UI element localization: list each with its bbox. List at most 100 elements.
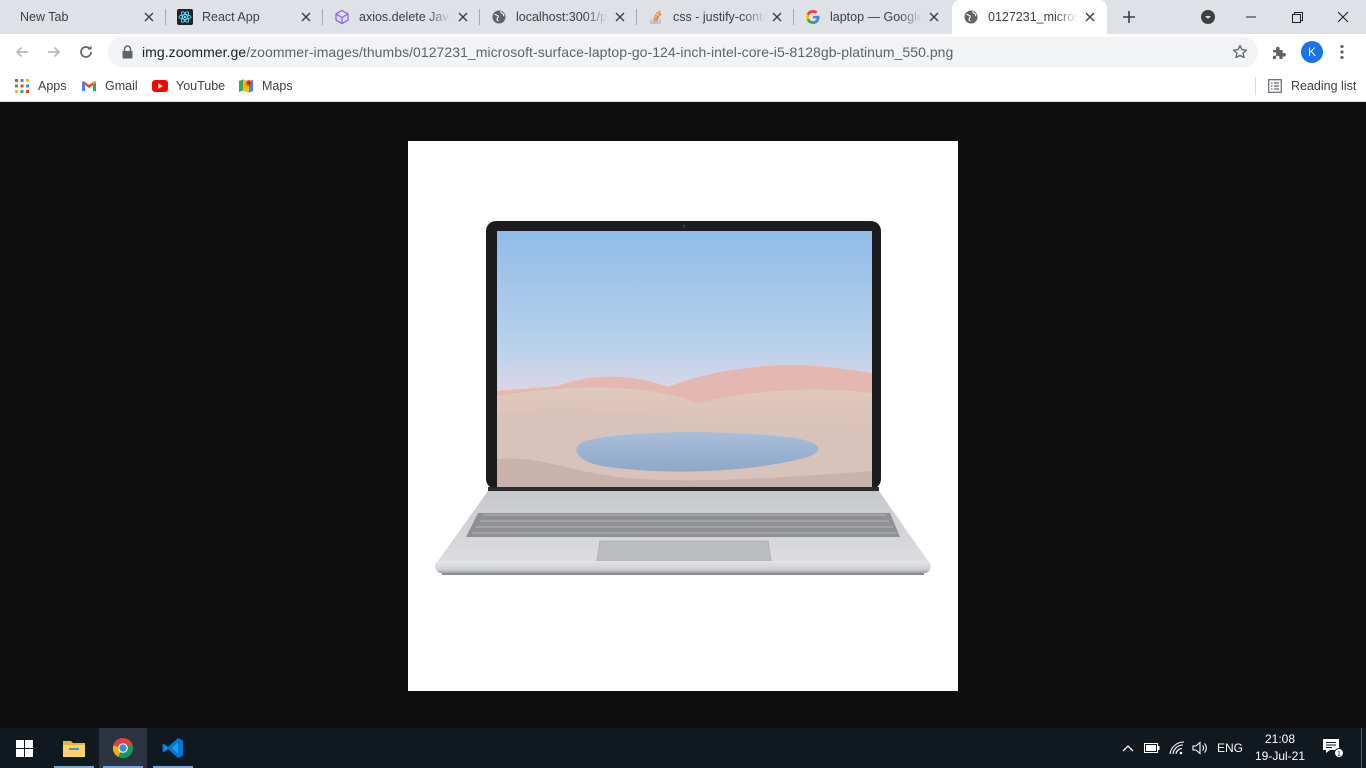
tab-search-button[interactable] xyxy=(1185,0,1231,34)
kebab-menu-icon xyxy=(1340,44,1344,60)
tab-google-search[interactable]: laptop — Google Search xyxy=(794,0,950,34)
profile-avatar[interactable]: K xyxy=(1301,41,1323,63)
browser-toolbar: img.zoommer.ge/zoommer-images/thumbs/012… xyxy=(0,34,1366,70)
taskbar-chrome[interactable] xyxy=(99,728,147,768)
tab-title: laptop — Google Search xyxy=(830,10,922,24)
youtube-icon xyxy=(152,78,168,94)
tab-new-tab[interactable]: New Tab xyxy=(8,0,165,34)
bookmark-label: Maps xyxy=(262,79,293,93)
reload-button[interactable] xyxy=(72,38,100,66)
show-desktop-button[interactable] xyxy=(1361,728,1366,768)
bookmark-youtube[interactable]: YouTube xyxy=(152,76,225,96)
restore-button[interactable] xyxy=(1274,0,1320,34)
bookmark-gmail[interactable]: Gmail xyxy=(81,76,138,96)
globe-icon xyxy=(491,9,507,25)
network-status[interactable] xyxy=(1167,728,1187,768)
tab-image-active[interactable]: 0127231_microsoft xyxy=(952,0,1107,34)
reading-list-button[interactable]: Reading list xyxy=(1267,76,1356,96)
tab-axios-delete[interactable]: axios.delete JavaScript xyxy=(323,0,479,34)
close-icon[interactable] xyxy=(612,9,628,25)
taskbar-file-explorer[interactable] xyxy=(50,728,98,768)
show-hidden-icons-button[interactable] xyxy=(1119,728,1137,768)
cube-icon xyxy=(334,9,350,25)
tab-localhost[interactable]: localhost:3001/pr xyxy=(480,0,636,34)
react-icon xyxy=(177,9,193,25)
reading-list-label: Reading list xyxy=(1291,79,1357,93)
close-icon[interactable] xyxy=(141,9,157,25)
close-icon[interactable] xyxy=(926,9,942,25)
close-window-button[interactable] xyxy=(1320,0,1366,34)
arrow-right-icon xyxy=(48,46,61,58)
windows-taskbar: ENG 21:08 19-Jul-21 1 xyxy=(0,728,1366,768)
clock-date: 19-Jul-21 xyxy=(1254,749,1306,763)
star-icon[interactable] xyxy=(1232,44,1248,60)
new-tab-button[interactable] xyxy=(1119,7,1139,27)
extensions-button[interactable] xyxy=(1269,42,1289,62)
google-icon xyxy=(805,9,821,25)
vscode-icon xyxy=(162,738,183,758)
tab-title: New Tab xyxy=(20,10,69,24)
file-explorer-icon xyxy=(63,741,85,757)
close-icon xyxy=(1337,11,1349,23)
battery-icon xyxy=(1144,743,1160,753)
tab-title: localhost:3001/pr xyxy=(516,10,608,24)
gmail-icon xyxy=(81,78,97,94)
bookmark-apps[interactable]: Apps xyxy=(14,76,67,96)
forward-button[interactable] xyxy=(40,38,68,66)
url-text[interactable]: img.zoommer.ge/zoommer-images/thumbs/012… xyxy=(142,44,953,60)
start-button[interactable] xyxy=(0,728,48,768)
taskbar-vscode[interactable] xyxy=(149,728,197,768)
reload-icon xyxy=(80,45,92,58)
url-host: img.zoommer.ge xyxy=(142,44,247,60)
tab-title: React App xyxy=(202,10,260,24)
action-center-button[interactable]: 1 xyxy=(1318,728,1348,768)
bookmarks-separator xyxy=(1255,77,1256,95)
bookmark-label: Gmail xyxy=(105,79,138,93)
plus-icon xyxy=(1123,11,1135,23)
wifi-icon xyxy=(1169,741,1185,755)
close-icon[interactable] xyxy=(298,9,314,25)
clock-time: 21:08 xyxy=(1264,732,1296,746)
tab-title: axios.delete JavaScript xyxy=(359,10,451,24)
notification-icon: 1 xyxy=(1323,739,1344,758)
back-button[interactable] xyxy=(8,38,36,66)
minimize-button[interactable] xyxy=(1228,0,1274,34)
volume-control[interactable] xyxy=(1190,728,1210,768)
apps-grid-icon xyxy=(14,78,30,94)
puzzle-icon xyxy=(1272,46,1286,59)
restore-icon xyxy=(1291,11,1303,23)
lock-icon[interactable] xyxy=(120,45,134,59)
product-image[interactable] xyxy=(408,141,958,691)
system-clock[interactable]: 21:08 19-Jul-21 xyxy=(1252,731,1308,765)
bookmark-label: Apps xyxy=(38,79,67,93)
chrome-icon xyxy=(112,737,134,759)
page-content xyxy=(0,103,1366,728)
url-path: /zoommer-images/thumbs/0127231_microsoft… xyxy=(246,44,954,60)
tab-title: css - justify-content xyxy=(673,10,765,24)
close-icon[interactable] xyxy=(769,9,785,25)
tab-css-justify-content[interactable]: css - justify-content xyxy=(637,0,793,34)
reading-list-icon xyxy=(1267,78,1283,94)
browser-menu-button[interactable] xyxy=(1334,42,1350,62)
minimize-icon xyxy=(1246,16,1256,18)
bookmark-maps[interactable]: Maps xyxy=(238,76,293,96)
tab-strip: New Tab React App axios.delete JavaScrip… xyxy=(0,0,1366,34)
bookmarks-bar: Apps Gmail YouTube Maps Reading list xyxy=(0,70,1366,102)
close-icon[interactable] xyxy=(1082,9,1098,25)
laptop-image xyxy=(435,221,931,575)
arrow-left-icon xyxy=(15,46,28,58)
notification-count: 1 xyxy=(1337,751,1341,758)
globe-icon xyxy=(963,9,979,25)
bookmark-label: YouTube xyxy=(176,79,226,93)
input-language[interactable]: ENG xyxy=(1214,728,1246,768)
tab-title: 0127231_microsoft xyxy=(988,10,1078,24)
battery-status[interactable] xyxy=(1142,728,1162,768)
chevron-down-circle-icon xyxy=(1201,10,1215,24)
chevron-up-icon xyxy=(1122,745,1134,752)
close-icon[interactable] xyxy=(455,9,471,25)
address-bar[interactable]: img.zoommer.ge/zoommer-images/thumbs/012… xyxy=(108,37,1258,67)
start-icon xyxy=(15,739,33,757)
maps-icon xyxy=(238,78,254,94)
stackoverflow-icon xyxy=(648,9,664,25)
tab-react-app[interactable]: React App xyxy=(166,0,322,34)
